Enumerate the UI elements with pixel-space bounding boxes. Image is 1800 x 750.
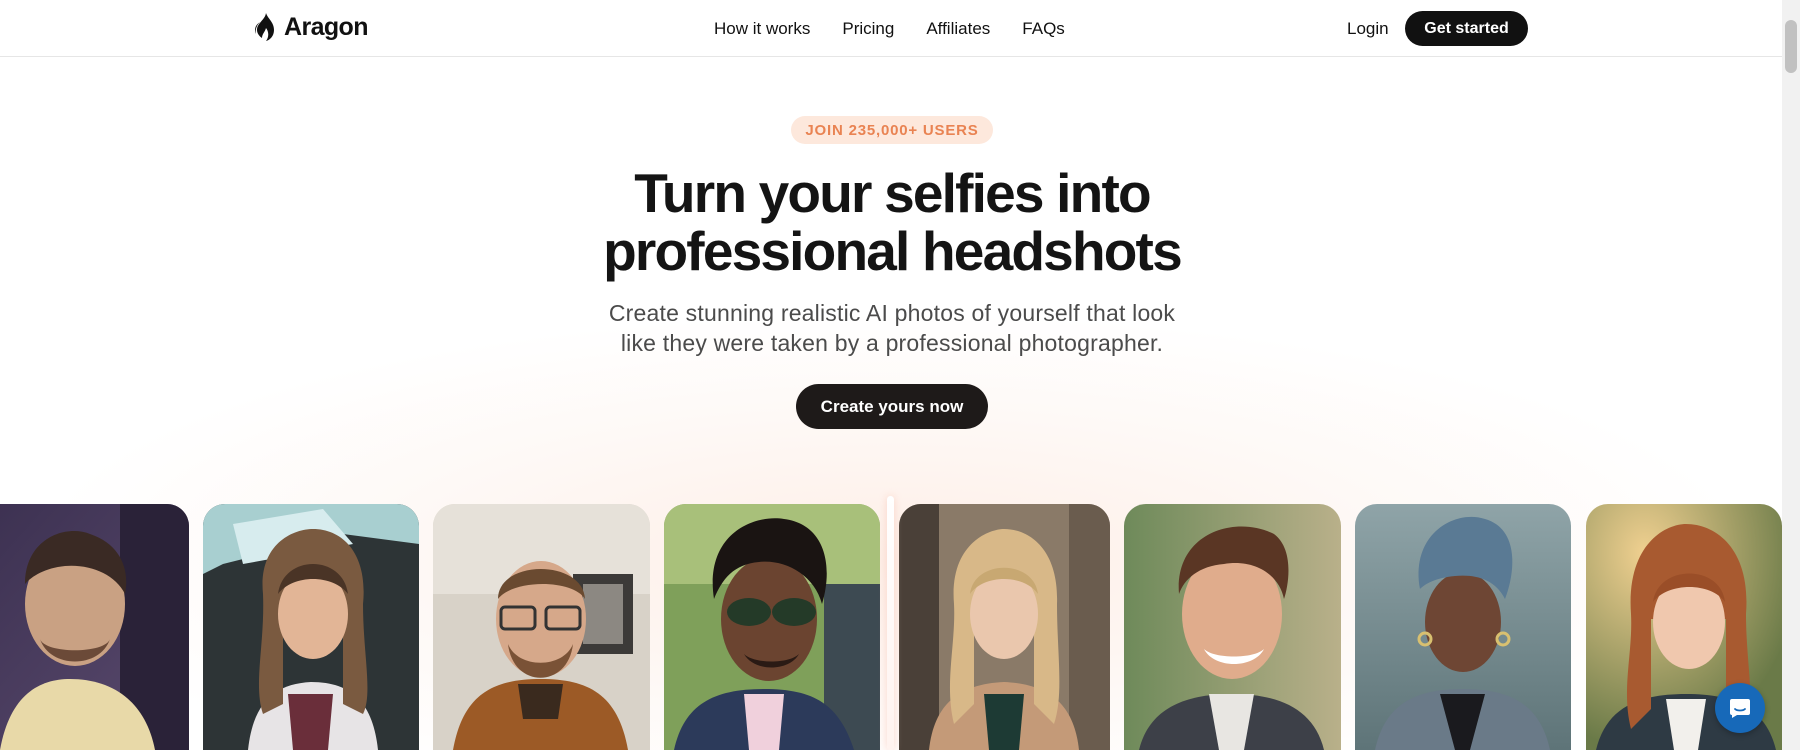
hero-title-line1: Turn your selfies into: [634, 162, 1151, 224]
headshot-photo-5: [899, 504, 1110, 750]
selfie-photo-3: [433, 504, 650, 750]
get-started-button[interactable]: Get started: [1405, 11, 1528, 46]
brand-name: Aragon: [284, 12, 369, 41]
flame-icon: [255, 13, 274, 41]
brand-logo[interactable]: Aragon: [254, 12, 369, 42]
chat-launcher-button[interactable]: [1715, 683, 1765, 733]
chat-bubble-icon: [1730, 699, 1750, 718]
login-link[interactable]: Login: [1347, 19, 1389, 39]
nav-pricing[interactable]: Pricing: [842, 19, 894, 39]
selfie-photo-4: [664, 504, 880, 750]
site-header: Aragon How it works Pricing Affiliates F…: [0, 0, 1782, 57]
hero-subtitle-line1: Create stunning realistic AI photos of y…: [608, 300, 1176, 326]
users-badge: JOIN 235,000+ USERS: [791, 116, 993, 144]
before-after-divider: [887, 496, 894, 750]
create-yours-button[interactable]: Create yours now: [796, 384, 988, 429]
main-nav: How it works Pricing Affiliates FAQs: [714, 19, 1097, 39]
hero-title: Turn your selfies into professional head…: [450, 164, 1334, 280]
nav-how-it-works[interactable]: How it works: [714, 19, 810, 39]
scrollbar-thumb[interactable]: [1785, 20, 1797, 73]
selfie-photo-2: [203, 504, 419, 750]
selfie-photo-1: [0, 504, 189, 750]
headshot-photo-6: [1124, 504, 1341, 750]
headshot-photo-7: [1355, 504, 1571, 750]
hero-subtitle: Create stunning realistic AI photos of y…: [560, 298, 1224, 358]
nav-faqs[interactable]: FAQs: [1022, 19, 1065, 39]
hero-subtitle-line2: like they were taken by a professional p…: [620, 330, 1164, 356]
page-scrollbar[interactable]: [1782, 0, 1800, 750]
nav-affiliates[interactable]: Affiliates: [926, 19, 990, 39]
hero-title-line2: professional headshots: [603, 220, 1183, 282]
